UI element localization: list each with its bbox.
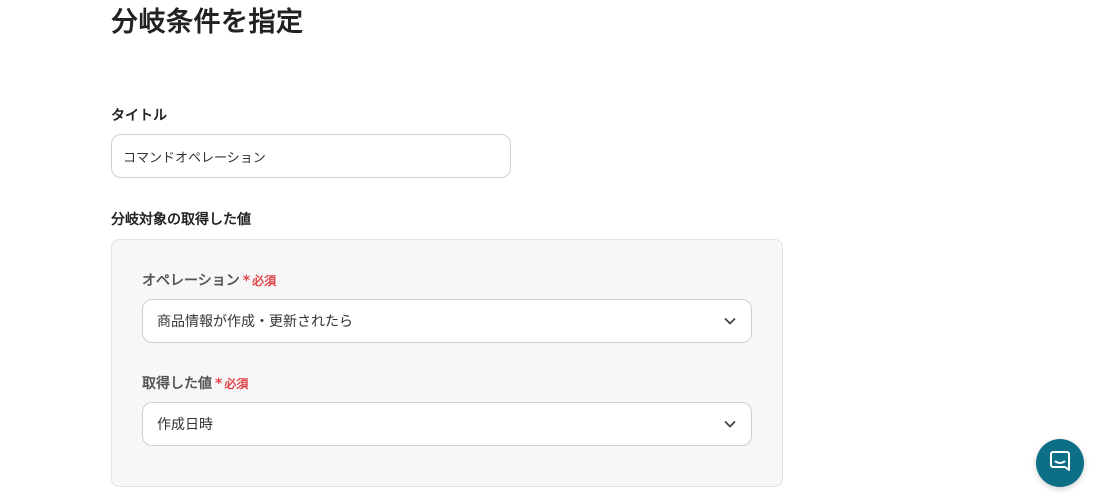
branch-target-panel: オペレーション * 必須 商品情報が作成・更新されたら 取得した値 * 必須 作成日時 [111,239,783,487]
page-title: 分岐条件を指定 [111,7,304,38]
page: 分岐条件を指定 タイトル 分岐対象の取得した値 オペレーション*必須 商品情報が… [0,0,1101,501]
required-badge: 必須 [224,377,249,391]
required-badge: 必須 [252,274,277,288]
required-asterisk: * [242,273,251,289]
acquired-value-label-text: 取得した値 [142,376,212,392]
acquired-value-label: 取得した値 * 必須 [142,374,248,394]
acquired-value-select[interactable]: 作成日時 [142,402,752,446]
operation-label: オペレーション * 必須 [142,271,276,291]
acquired-value-select-value: 作成日時 [157,417,213,433]
operation-label-text: オペレーション [142,273,240,289]
title-field-label: タイトル [111,108,167,124]
branch-target-label: 分岐対象の取得した値 [111,212,251,228]
chevron-down-icon [723,314,737,328]
chat-icon [1048,449,1072,477]
chevron-down-icon [723,417,737,431]
required-asterisk: * [215,376,223,392]
title-input[interactable] [111,134,511,178]
chat-launcher-button[interactable] [1036,439,1084,487]
operation-select-value: 商品情報が作成・更新されたら [157,314,353,330]
operation-select[interactable]: 商品情報が作成・更新されたら [142,299,752,343]
